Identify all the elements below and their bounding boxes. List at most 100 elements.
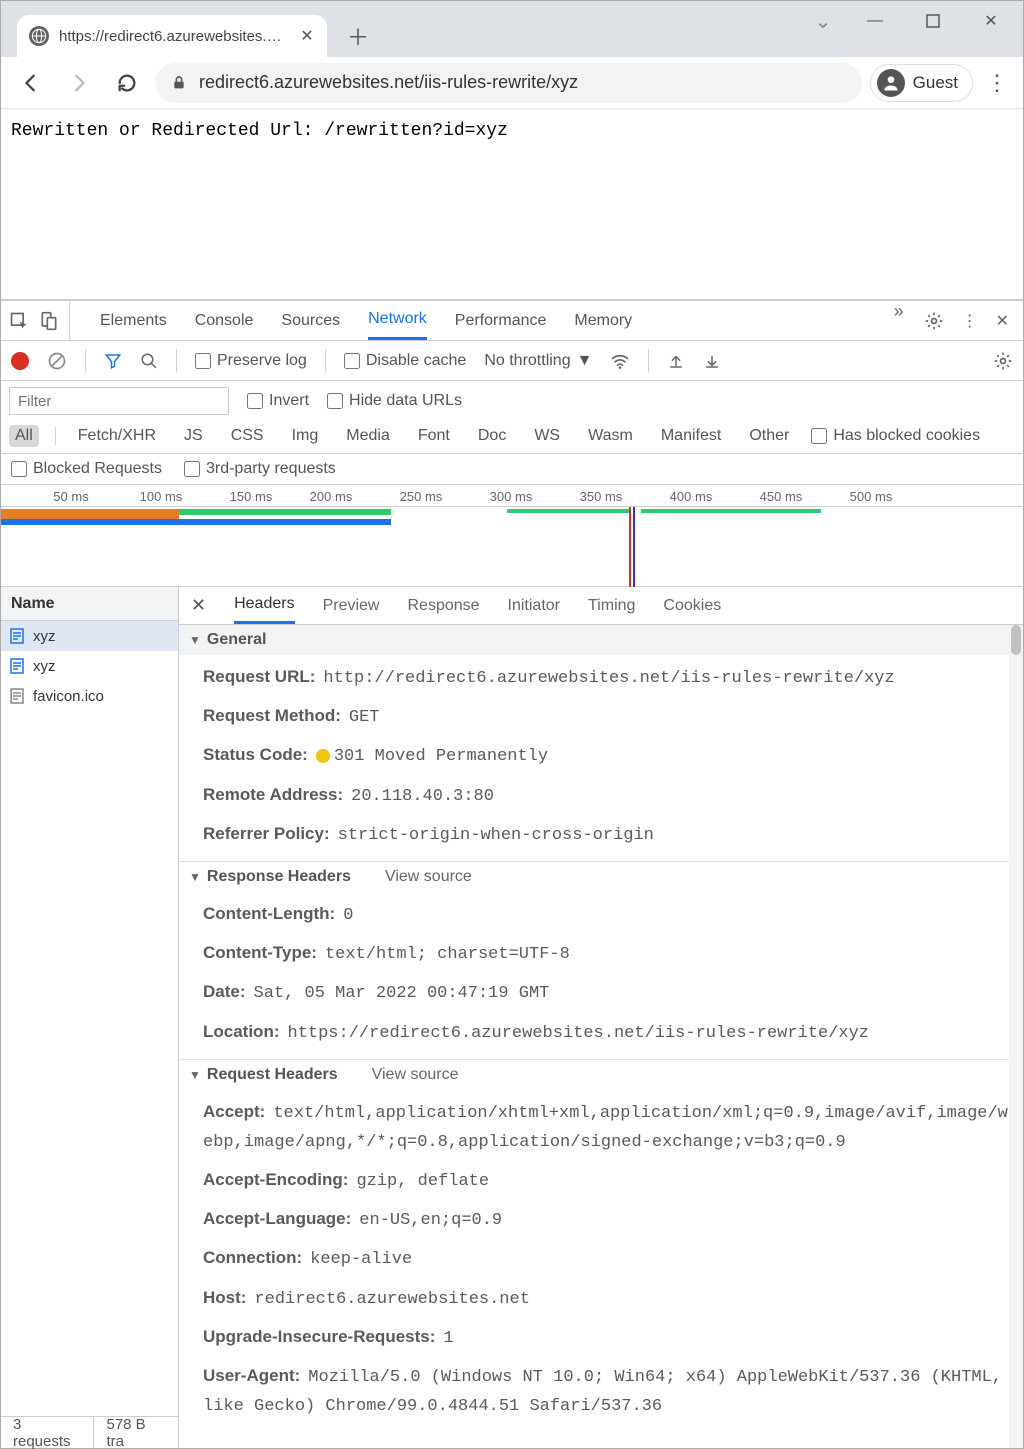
section-header-general[interactable]: ▼ General — [179, 625, 1023, 655]
document-icon — [9, 658, 25, 674]
gear-icon[interactable] — [924, 311, 944, 331]
request-row[interactable]: xyz — [1, 651, 178, 681]
address-bar[interactable]: redirect6.azurewebsites.net/iis-rules-re… — [155, 63, 862, 103]
devtools-tab-performance[interactable]: Performance — [455, 301, 547, 340]
type-filter-font[interactable]: Font — [412, 425, 456, 447]
preserve-log-checkbox[interactable]: Preserve log — [195, 352, 307, 370]
section-header-response[interactable]: ▼ Response Headers View source — [179, 862, 1023, 892]
forward-button[interactable] — [59, 63, 99, 103]
page-content: Rewritten or Redirected Url: /rewritten?… — [1, 109, 1023, 301]
filter-icon[interactable] — [104, 352, 122, 370]
close-icon[interactable]: ✕ — [299, 28, 315, 44]
request-row[interactable]: xyz — [1, 621, 178, 651]
header-value: https://redirect6.azurewebsites.net/iis-… — [288, 1024, 870, 1043]
filter-input[interactable] — [9, 387, 229, 415]
request-list-header[interactable]: Name — [1, 587, 178, 621]
header-row: Remote Address:20.118.40.3:80 — [203, 781, 1009, 810]
detail-tab-response[interactable]: Response — [407, 597, 479, 615]
titlebar: https://redirect6.azurewebsites.n… ✕ ＋ ⌄… — [1, 1, 1023, 57]
devtools-tab-console[interactable]: Console — [195, 301, 254, 340]
devtools-tab-network[interactable]: Network — [368, 301, 427, 340]
back-button[interactable] — [11, 63, 51, 103]
header-value: 1 — [443, 1329, 453, 1348]
clear-icon[interactable] — [47, 351, 67, 371]
chevron-down-icon[interactable]: ⌄ — [801, 9, 845, 34]
header-row: Date:Sat, 05 Mar 2022 00:47:19 GMT — [203, 978, 1009, 1007]
section-title: Response Headers — [207, 868, 351, 886]
devtools-tab-elements[interactable]: Elements — [100, 301, 167, 340]
header-key: Content-Length: — [203, 904, 335, 923]
throttling-select[interactable]: No throttling ▼ — [484, 352, 592, 370]
window-close-button[interactable]: ✕ — [963, 1, 1019, 41]
type-filter-js[interactable]: JS — [178, 425, 209, 447]
lock-icon[interactable] — [171, 75, 187, 91]
minimize-button[interactable]: — — [847, 1, 903, 41]
kebab-icon[interactable]: ⋮ — [962, 311, 978, 331]
header-row: Host:redirect6.azurewebsites.net — [203, 1284, 1009, 1313]
type-filter-wasm[interactable]: Wasm — [582, 425, 639, 447]
header-row: Status Code:301 Moved Permanently — [203, 741, 1009, 770]
record-button[interactable] — [11, 352, 29, 370]
hide-data-urls-checkbox[interactable]: Hide data URLs — [327, 392, 462, 410]
maximize-button[interactable] — [905, 1, 961, 41]
view-source-link[interactable]: View source — [385, 868, 472, 886]
type-filter-fetchxhr[interactable]: Fetch/XHR — [72, 425, 162, 447]
type-filter-manifest[interactable]: Manifest — [655, 425, 727, 447]
new-tab-button[interactable]: ＋ — [341, 19, 375, 53]
disable-cache-label: Disable cache — [366, 352, 467, 370]
scrollbar[interactable] — [1009, 625, 1023, 1448]
settings-gear-icon[interactable] — [993, 351, 1013, 371]
header-key: Accept-Language: — [203, 1209, 351, 1228]
view-source-link[interactable]: View source — [372, 1066, 459, 1084]
inspect-icon[interactable] — [9, 311, 29, 331]
timeline-tick: 50 ms — [53, 489, 88, 504]
detail-tab-headers[interactable]: Headers — [234, 587, 294, 624]
type-filter-img[interactable]: Img — [286, 425, 325, 447]
request-name: xyz — [33, 658, 56, 675]
detail-tab-timing[interactable]: Timing — [588, 597, 635, 615]
device-toggle-icon[interactable] — [39, 311, 59, 331]
section-header-request[interactable]: ▼ Request Headers View source — [179, 1060, 1023, 1090]
type-filter-css[interactable]: CSS — [225, 425, 270, 447]
type-filter-other[interactable]: Other — [743, 425, 795, 447]
upload-icon[interactable] — [667, 352, 685, 370]
invert-checkbox[interactable]: Invert — [247, 392, 309, 410]
devtools-close-icon[interactable]: ✕ — [996, 311, 1009, 331]
detail-tab-initiator[interactable]: Initiator — [508, 597, 560, 615]
header-key: Connection: — [203, 1248, 302, 1267]
search-icon[interactable] — [140, 352, 158, 370]
scrollbar-thumb[interactable] — [1011, 625, 1021, 655]
chevron-down-icon: ▼ — [577, 352, 593, 370]
devtools-tab-sources[interactable]: Sources — [281, 301, 340, 340]
third-party-checkbox[interactable]: 3rd-party requests — [184, 460, 336, 478]
disable-cache-checkbox[interactable]: Disable cache — [344, 352, 467, 370]
more-tabs-icon[interactable]: » — [894, 301, 904, 340]
network-timeline[interactable]: 50 ms100 ms150 ms200 ms250 ms300 ms350 m… — [1, 485, 1023, 587]
profile-button[interactable]: Guest — [870, 64, 973, 102]
header-row: Accept:text/html,application/xhtml+xml,a… — [203, 1098, 1009, 1156]
has-blocked-cookies-checkbox[interactable]: Has blocked cookies — [811, 427, 980, 445]
devtools-tab-memory[interactable]: Memory — [574, 301, 632, 340]
status-requests: 3 requests — [1, 1417, 94, 1448]
header-value: Mozilla/5.0 (Windows NT 10.0; Win64; x64… — [203, 1368, 1002, 1416]
detail-tab-preview[interactable]: Preview — [323, 597, 380, 615]
browser-tab[interactable]: https://redirect6.azurewebsites.n… ✕ — [17, 15, 327, 57]
header-row: Content-Type:text/html; charset=UTF-8 — [203, 939, 1009, 968]
network-conditions-icon[interactable] — [610, 351, 630, 371]
type-filter-ws[interactable]: WS — [528, 425, 566, 447]
download-icon[interactable] — [703, 352, 721, 370]
url-text: redirect6.azurewebsites.net/iis-rules-re… — [199, 72, 846, 93]
detail-tab-cookies[interactable]: Cookies — [663, 597, 721, 615]
reload-button[interactable] — [107, 63, 147, 103]
preserve-log-label: Preserve log — [217, 352, 307, 370]
menu-button[interactable]: ⋮ — [981, 70, 1013, 96]
type-filter-doc[interactable]: Doc — [472, 425, 512, 447]
type-filters-row: All Fetch/XHR JS CSS Img Media Font Doc WS Wasm Ma… — [1, 421, 1023, 454]
type-filter-media[interactable]: Media — [340, 425, 396, 447]
header-row: Connection:keep-alive — [203, 1244, 1009, 1273]
type-filter-all[interactable]: All — [9, 425, 39, 447]
blocked-requests-checkbox[interactable]: Blocked Requests — [11, 460, 162, 478]
filter-row-3: Blocked Requests 3rd-party requests — [1, 454, 1023, 485]
close-detail-icon[interactable]: ✕ — [191, 595, 206, 616]
request-row[interactable]: favicon.ico — [1, 681, 178, 711]
